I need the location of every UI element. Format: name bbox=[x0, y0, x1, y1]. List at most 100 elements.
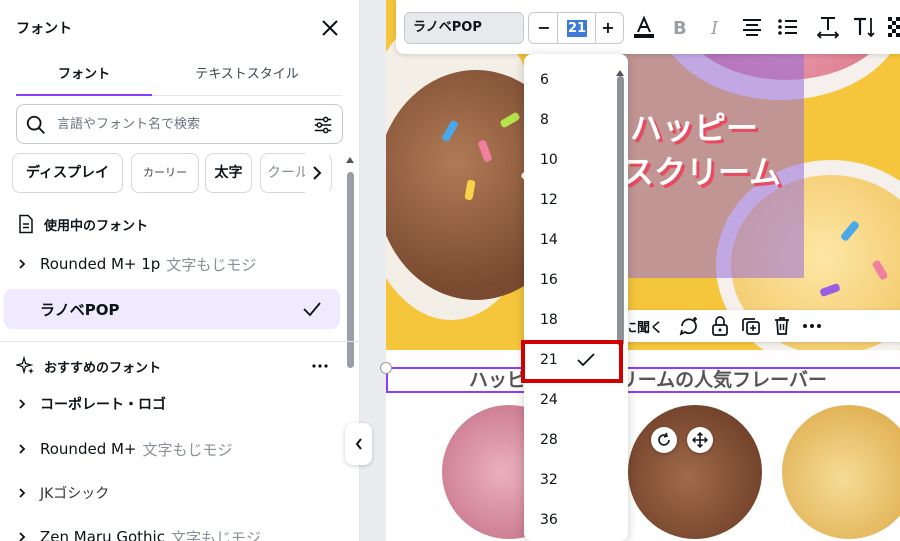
recommended-fonts-header: おすすめのフォント bbox=[16, 354, 161, 378]
decrease-font-size-button[interactable]: − bbox=[531, 13, 557, 43]
size-option-24[interactable]: 24 bbox=[524, 380, 620, 420]
letter-spacing-icon[interactable] bbox=[816, 15, 840, 39]
dropdown-scrollbar-thumb[interactable] bbox=[617, 76, 624, 346]
hero-title[interactable]: ハッピー スクリーム bbox=[622, 106, 822, 194]
size-option-10[interactable]: 10 bbox=[524, 140, 620, 180]
font-size-dropdown: 6 8 10 12 14 16 18 21 24 28 32 36 bbox=[524, 54, 628, 541]
font-name: Rounded M+ 1p bbox=[40, 255, 161, 273]
comment-add-icon[interactable] bbox=[678, 315, 700, 337]
font-name: Rounded M+ bbox=[40, 440, 137, 458]
text-color-icon[interactable] bbox=[632, 15, 656, 39]
hero-title-line1: ハッピー bbox=[630, 109, 759, 147]
size-option-16[interactable]: 16 bbox=[524, 260, 620, 300]
category-chips: ディスプレイ カーリー 太字 クール bbox=[12, 153, 332, 193]
subtitle-text[interactable]: ハッピーアイスクリームの人気フレーバー bbox=[388, 369, 900, 391]
size-option-36[interactable]: 36 bbox=[524, 500, 620, 540]
align-center-icon[interactable] bbox=[740, 15, 764, 39]
font-sample: 文字もじモジ bbox=[170, 528, 261, 541]
in-use-fonts-header: 使用中のフォント bbox=[16, 212, 148, 236]
chevron-left-icon bbox=[355, 438, 362, 450]
chevron-right-icon[interactable] bbox=[16, 397, 28, 411]
rotate-icon bbox=[658, 432, 670, 446]
filter-icon[interactable] bbox=[312, 114, 334, 136]
size-option-6[interactable]: 6 bbox=[524, 60, 620, 100]
panel-tabs: フォント テキストスタイル bbox=[16, 58, 342, 96]
chip-bold[interactable]: 太字 bbox=[205, 153, 252, 193]
panel-title: フォント bbox=[16, 21, 72, 37]
font-search bbox=[16, 104, 343, 144]
divider bbox=[0, 341, 359, 342]
font-family-select[interactable]: ラノベPOP bbox=[404, 12, 524, 44]
element-context-toolbar: に聞く bbox=[624, 310, 900, 342]
subtitle-textbox-selected[interactable]: ハッピーアイスクリームの人気フレーバー bbox=[386, 367, 900, 393]
size-option-28[interactable]: 28 bbox=[524, 420, 620, 460]
svg-text:I: I bbox=[710, 18, 719, 39]
transparency-icon[interactable] bbox=[888, 15, 900, 39]
font-sample: 文字もじモジ bbox=[166, 255, 257, 274]
font-panel: フォント フォント テキストスタイル ディスプレイ カーリー 太字 クール 使用… bbox=[0, 0, 360, 541]
text-direction-icon[interactable] bbox=[852, 15, 876, 39]
font-name: コーポレート・ロゴ bbox=[40, 397, 166, 413]
selection-resize-handle[interactable] bbox=[380, 362, 392, 374]
font-name: Zen Maru Gothic bbox=[40, 528, 165, 541]
divider bbox=[557, 13, 558, 43]
font-size-control: − 21 + bbox=[528, 12, 624, 44]
ask-magic-button[interactable]: に聞く bbox=[624, 317, 663, 336]
font-name: JKゴシック bbox=[40, 486, 110, 502]
trash-icon[interactable] bbox=[772, 315, 792, 337]
recommended-fonts-title: おすすめのフォント bbox=[44, 360, 162, 376]
font-sample: 文字もじモジ bbox=[142, 440, 233, 459]
list-icon[interactable] bbox=[776, 15, 800, 39]
flavor-image-chocolate[interactable] bbox=[628, 405, 762, 539]
chip-curly[interactable]: カーリー bbox=[131, 153, 199, 193]
increase-font-size-button[interactable]: + bbox=[595, 13, 621, 43]
font-row-jk-gothic[interactable]: JKゴシック bbox=[4, 473, 340, 513]
move-icon bbox=[692, 432, 708, 448]
lock-icon[interactable] bbox=[710, 315, 730, 337]
text-toolbar: ラノベPOP − 21 + B I bbox=[396, 0, 900, 54]
close-icon[interactable] bbox=[318, 16, 342, 40]
design-page[interactable]: ハッピー スクリーム に聞く ハッピーアイスクリームの人気フレーバー bbox=[386, 0, 900, 541]
rotate-handle[interactable] bbox=[651, 427, 677, 453]
font-row-rounded-mplus[interactable]: Rounded M+ 文字もじモジ bbox=[4, 429, 340, 469]
flavor-image-vanilla[interactable] bbox=[782, 405, 900, 539]
font-name: ラノベPOP bbox=[40, 300, 120, 319]
tab-text-styles[interactable]: テキストスタイル bbox=[152, 58, 342, 96]
hero-title-line2: スクリーム bbox=[622, 153, 782, 191]
duplicate-icon[interactable] bbox=[740, 315, 762, 337]
svg-text:B: B bbox=[673, 18, 687, 39]
tab-fonts[interactable]: フォント bbox=[16, 58, 152, 96]
document-icon bbox=[19, 214, 33, 234]
font-row-zen-maru-gothic[interactable]: Zen Maru Gothic 文字もじモジ bbox=[4, 517, 340, 541]
collapse-panel-button[interactable] bbox=[345, 423, 372, 465]
search-icon bbox=[26, 115, 45, 134]
more-options-icon[interactable] bbox=[312, 364, 328, 368]
font-row-rounded-mplus-1p[interactable]: Rounded M+ 1p 文字もじモジ bbox=[4, 244, 340, 284]
sparkle-icon bbox=[16, 356, 34, 375]
in-use-fonts-title: 使用中のフォント bbox=[44, 218, 149, 234]
panel-scrollbar-thumb[interactable] bbox=[347, 172, 354, 368]
chevron-right-icon[interactable] bbox=[16, 257, 28, 271]
italic-icon[interactable]: I bbox=[704, 15, 728, 39]
font-row-ranobe-pop[interactable]: ラノベPOP bbox=[4, 289, 340, 329]
chip-display[interactable]: ディスプレイ bbox=[12, 153, 123, 193]
chevron-right-icon[interactable] bbox=[16, 486, 28, 500]
move-handle[interactable] bbox=[687, 427, 713, 453]
chips-scroll-right[interactable] bbox=[305, 153, 329, 193]
scroll-up-arrow-icon[interactable] bbox=[346, 156, 354, 164]
bold-icon[interactable]: B bbox=[668, 15, 692, 39]
highlight-annotation bbox=[521, 340, 623, 383]
font-size-input[interactable]: 21 bbox=[567, 20, 588, 37]
size-option-8[interactable]: 8 bbox=[524, 100, 620, 140]
more-icon[interactable] bbox=[802, 323, 822, 329]
chevron-right-icon[interactable] bbox=[16, 530, 28, 541]
size-option-18[interactable]: 18 bbox=[524, 300, 620, 340]
chevron-right-icon[interactable] bbox=[16, 442, 28, 456]
size-option-14[interactable]: 14 bbox=[524, 220, 620, 260]
font-row-corporate-logo[interactable]: コーポレート・ロゴ bbox=[4, 384, 340, 424]
chevron-right-icon bbox=[313, 166, 322, 180]
check-icon bbox=[303, 302, 321, 317]
size-option-32[interactable]: 32 bbox=[524, 460, 620, 500]
search-input[interactable] bbox=[57, 113, 307, 135]
size-option-12[interactable]: 12 bbox=[524, 180, 620, 220]
